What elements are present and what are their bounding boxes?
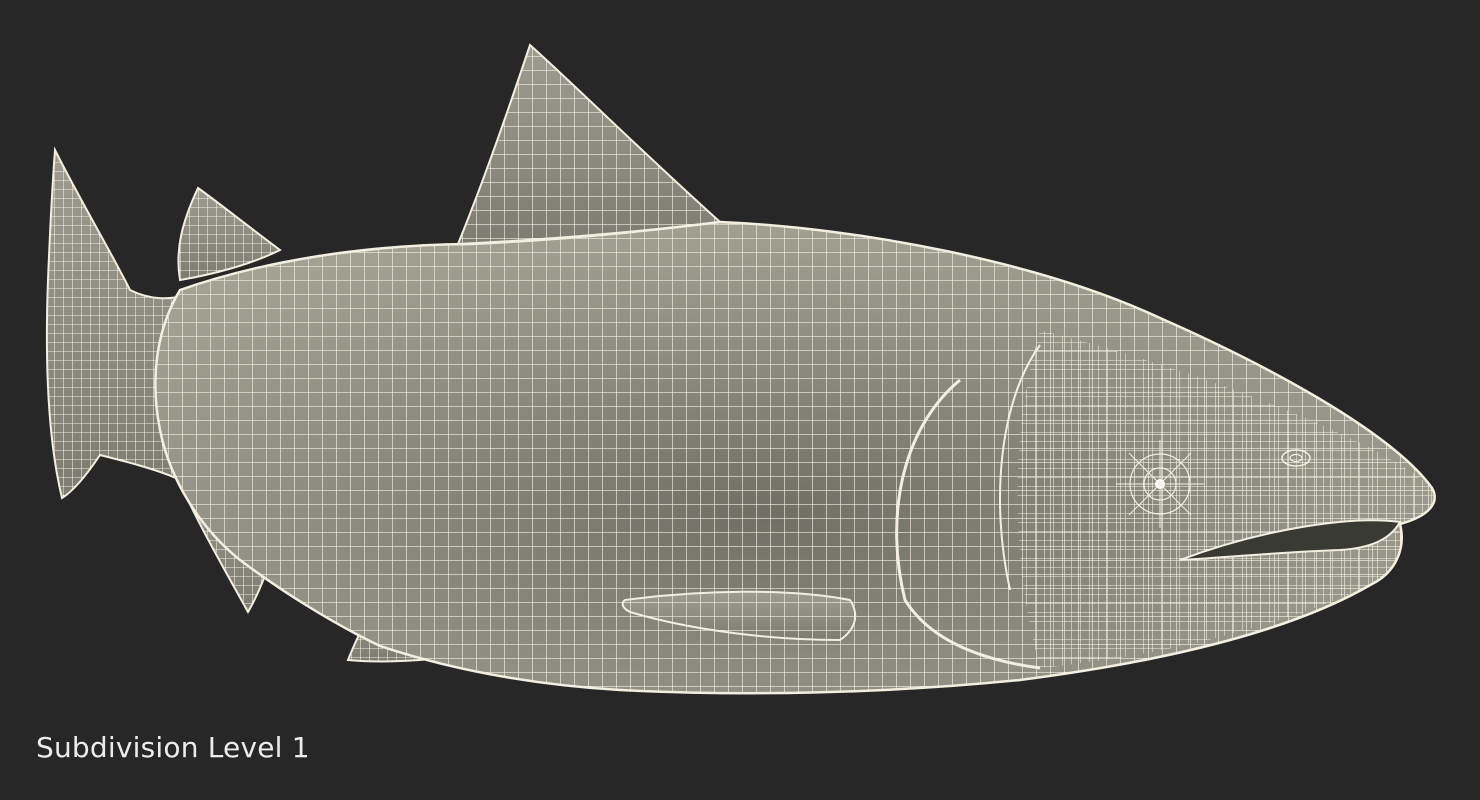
- fish-body: [154, 220, 1436, 695]
- viewport: Subdivision Level 1: [0, 0, 1480, 800]
- eye-icon: [1116, 440, 1204, 528]
- dorsal-fin: [456, 43, 723, 246]
- fish-wireframe-icon: [45, 43, 1436, 695]
- subdivision-level-caption: Subdivision Level 1: [36, 731, 310, 764]
